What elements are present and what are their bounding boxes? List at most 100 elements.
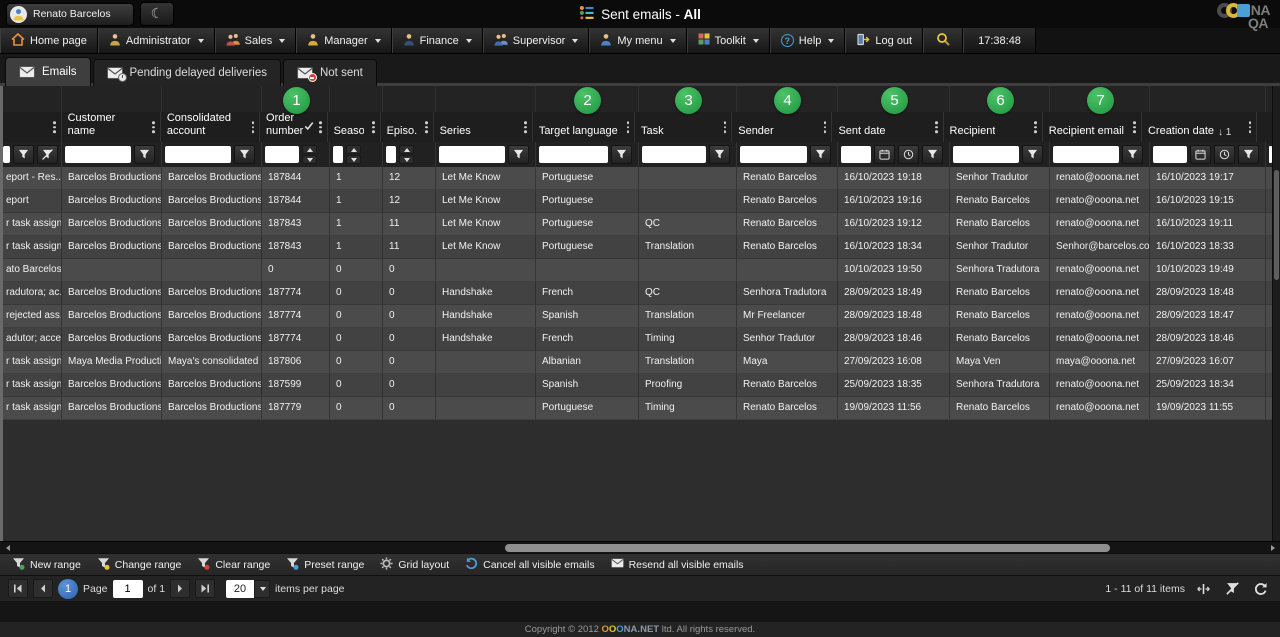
column-header-sender[interactable]: Sender	[732, 112, 832, 142]
spinner-down-icon[interactable]	[399, 155, 414, 164]
column-header-target_language[interactable]: Target language	[533, 112, 635, 142]
menu-item-my-menu[interactable]: My menu	[589, 28, 686, 53]
table-row[interactable]: r task assign...Barcelos BroductionsBarc…	[0, 236, 1280, 259]
column-header-account[interactable]: Consolidated account	[161, 112, 260, 142]
table-row[interactable]: r task assign...Maya Media ProductionsMa…	[0, 351, 1280, 374]
vertical-scrollbar-thumb[interactable]	[1274, 170, 1279, 280]
calendar-button-creation_date[interactable]	[1190, 145, 1211, 164]
column-menu-icon[interactable]	[1131, 119, 1138, 135]
column-menu-icon[interactable]	[1247, 119, 1254, 135]
column-menu-icon[interactable]	[51, 119, 58, 135]
calendar-button-sent_date[interactable]	[874, 145, 895, 164]
horizontal-scrollbar-thumb[interactable]	[505, 544, 1110, 552]
column-menu-icon[interactable]	[250, 119, 257, 135]
column-menu-icon[interactable]	[423, 119, 430, 135]
menu-item-log-out[interactable]: Log out	[845, 28, 923, 53]
column-menu-icon[interactable]	[150, 119, 157, 135]
filter-input-creation_date[interactable]	[1153, 146, 1187, 163]
column-menu-icon[interactable]	[522, 119, 529, 135]
column-menu-icon[interactable]	[317, 119, 324, 135]
horizontal-scrollbar[interactable]	[0, 541, 1280, 553]
preset-range-button[interactable]: Preset range	[286, 557, 364, 573]
spinner-up-icon[interactable]	[302, 145, 317, 154]
spinner-up-icon[interactable]	[399, 145, 414, 154]
refresh-button[interactable]	[1250, 579, 1272, 599]
column-menu-icon[interactable]	[1032, 119, 1039, 135]
grid-layout-button[interactable]: Grid layout	[380, 557, 449, 573]
column-header-season[interactable]: Season	[328, 112, 381, 142]
last-page-button[interactable]	[195, 579, 215, 598]
filter-input-account[interactable]	[165, 146, 231, 163]
column-header-customer[interactable]: Customer name	[62, 112, 161, 142]
filter-input-sender[interactable]	[740, 146, 807, 163]
menu-item-supervisor[interactable]: Supervisor	[483, 28, 590, 53]
table-row[interactable]: radutora; ac...Barcelos BroductionsBarce…	[0, 282, 1280, 305]
filter-button-customer[interactable]	[134, 145, 155, 164]
column-header-episode[interactable]: Episo...	[381, 112, 434, 142]
fit-columns-button[interactable]	[1192, 579, 1214, 599]
tab-emails[interactable]: Emails	[5, 57, 91, 86]
menu-item-finance[interactable]: Finance	[392, 28, 483, 53]
menu-item-home-page[interactable]: Home page	[0, 28, 98, 53]
filter-button-recipient_email[interactable]	[1122, 145, 1143, 164]
current-page-button[interactable]: 1	[58, 579, 78, 599]
table-row[interactable]: rejected ass...Barcelos BroductionsBarce…	[0, 305, 1280, 328]
page-size-dropdown-icon[interactable]	[254, 580, 270, 598]
filter-button-sender[interactable]	[810, 145, 831, 164]
filter-input-season[interactable]	[333, 146, 343, 163]
menu-item-sales[interactable]: Sales	[215, 28, 297, 53]
filter-button-sent_date[interactable]	[922, 145, 943, 164]
column-header-order[interactable]: Order number	[260, 112, 328, 142]
table-row[interactable]: ato Barcelos...00010/10/2023 19:50Senhor…	[0, 259, 1280, 282]
spinner-up-icon[interactable]	[346, 145, 361, 154]
user-chip[interactable]: Renato Barcelos	[6, 3, 134, 26]
menu-item-help[interactable]: ?Help	[770, 28, 846, 53]
table-row[interactable]: r task assign...Barcelos BroductionsBarc…	[0, 213, 1280, 236]
filter-button-series[interactable]	[508, 145, 529, 164]
filter-button-creation_date[interactable]	[1238, 145, 1259, 164]
column-menu-icon[interactable]	[625, 119, 632, 135]
column-menu-icon[interactable]	[722, 119, 729, 135]
first-page-button[interactable]	[8, 579, 28, 598]
filter-input-customer[interactable]	[65, 146, 131, 163]
column-header-recipient[interactable]: Recipient	[944, 112, 1043, 142]
table-row[interactable]: adutor; acce...Barcelos BroductionsBarce…	[0, 328, 1280, 351]
table-row[interactable]: eport - Res...Barcelos BroductionsBarcel…	[0, 167, 1280, 190]
filter-button-target_language[interactable]	[611, 145, 632, 164]
column-header-sent_date[interactable]: Sent date	[832, 112, 943, 142]
filter-input-subject[interactable]	[3, 146, 10, 163]
tab-pending-delayed-deliveries[interactable]: Pending delayed deliveries	[93, 59, 281, 86]
table-row[interactable]: r task assign...Barcelos BroductionsBarc…	[0, 374, 1280, 397]
next-page-button[interactable]	[170, 579, 190, 598]
clear-range-button[interactable]: Clear range	[197, 557, 270, 573]
filter-input-recipient_email[interactable]	[1053, 146, 1119, 163]
table-row[interactable]: eportBarcelos BroductionsBarcelos Broduc…	[0, 190, 1280, 213]
filter-button-account[interactable]	[234, 145, 255, 164]
scroll-left-arrow-icon[interactable]	[3, 544, 12, 552]
menu-item-manager[interactable]: Manager	[296, 28, 391, 53]
filter-input-task[interactable]	[642, 146, 706, 163]
filter-button-subject[interactable]	[13, 145, 34, 164]
table-row[interactable]: r task assign...Barcelos BroductionsBarc…	[0, 397, 1280, 420]
column-header-series[interactable]: Series	[434, 112, 533, 142]
filter-input-recipient[interactable]	[953, 146, 1019, 163]
filter-input-sent_date[interactable]	[841, 146, 871, 163]
filter-input-order[interactable]	[265, 146, 299, 163]
dark-mode-toggle[interactable]: ☾	[140, 2, 174, 26]
filter-input-series[interactable]	[439, 146, 505, 163]
filter-button-task[interactable]	[709, 145, 730, 164]
filter-button-recipient[interactable]	[1022, 145, 1043, 164]
column-header-creation_date[interactable]: Creation date↓ 1	[1142, 112, 1257, 142]
clear-filter-button-subject[interactable]	[37, 145, 58, 164]
change-range-button[interactable]: Change range	[97, 557, 182, 573]
scroll-right-arrow-icon[interactable]	[1268, 544, 1277, 552]
resend-all-visible-emails-button[interactable]: Resend all visible emails	[611, 558, 744, 571]
column-menu-icon[interactable]	[370, 119, 377, 135]
page-number-input[interactable]	[113, 580, 143, 598]
filter-input-target_language[interactable]	[539, 146, 608, 163]
menu-item-toolkit[interactable]: Toolkit	[687, 28, 770, 53]
search-button[interactable]	[923, 28, 963, 53]
clear-all-filters-button[interactable]	[1221, 579, 1243, 599]
vertical-scrollbar[interactable]	[1272, 86, 1280, 541]
column-menu-icon[interactable]	[933, 119, 940, 135]
